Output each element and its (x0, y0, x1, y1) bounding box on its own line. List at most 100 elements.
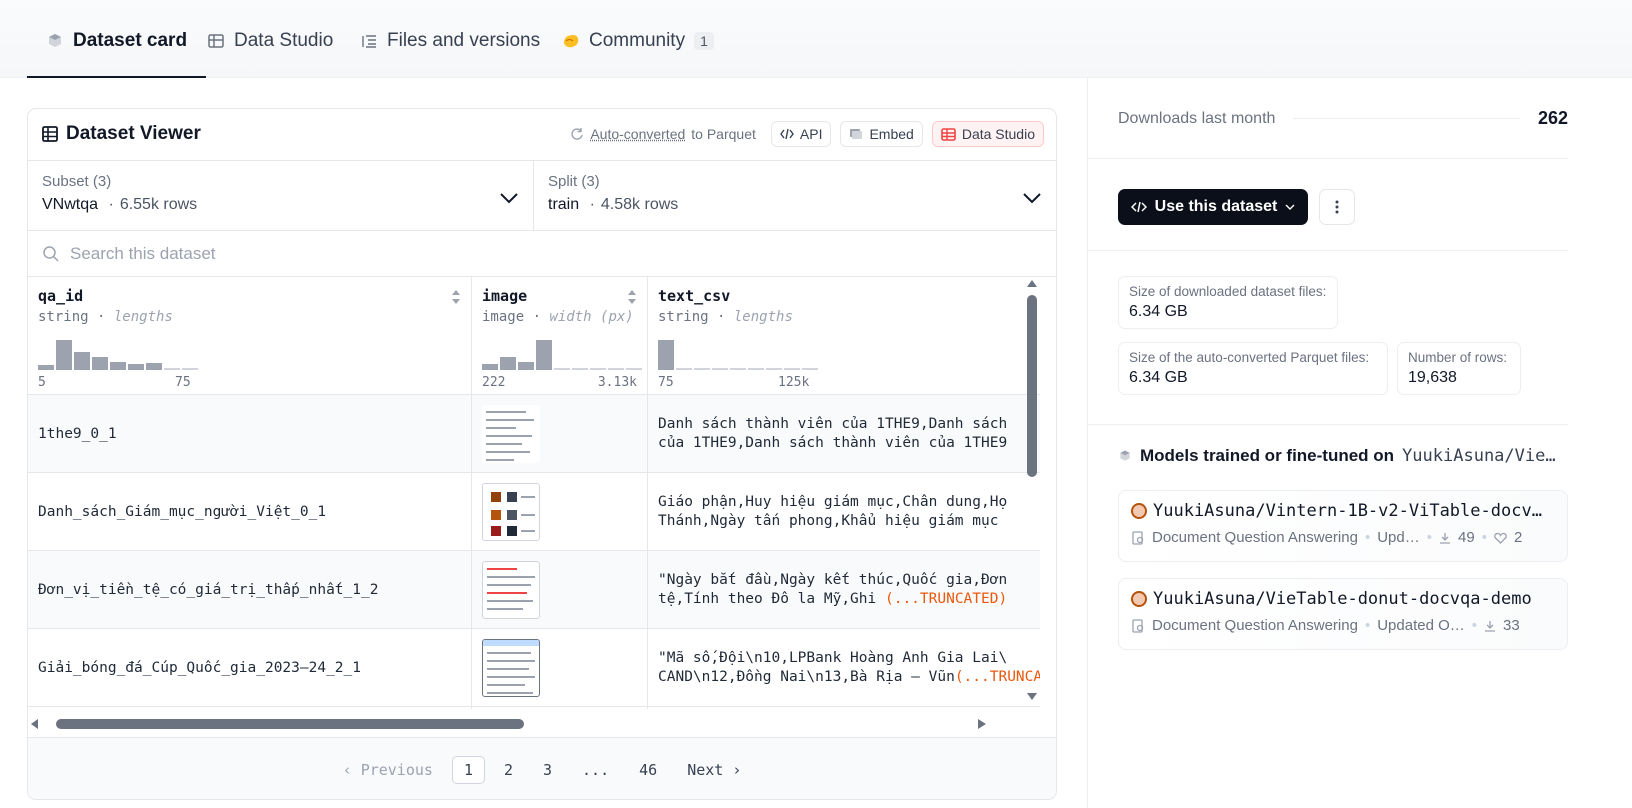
model-downloads: 49 (1458, 529, 1475, 546)
cell-image[interactable] (472, 629, 648, 707)
table-row[interactable]: Giải_bóng_đá_Cúp_Quốc_gia_2023–24_2_1 "M… (28, 629, 1040, 707)
histogram-bar[interactable] (730, 368, 746, 370)
search-input[interactable] (70, 243, 670, 264)
histogram-bar[interactable] (128, 364, 144, 370)
histogram-bar[interactable] (500, 357, 516, 370)
cell-text-csv: Danh sách thành viên của 1THE9,Danh sách… (648, 395, 1040, 473)
split-value: train (548, 196, 580, 213)
stat-label: Size of the auto-converted Parquet files… (1129, 350, 1370, 365)
auto-converted-link[interactable]: Auto-converted (590, 126, 685, 142)
image-thumbnail[interactable] (482, 483, 540, 541)
embed-button[interactable]: Embed (840, 121, 923, 147)
community-icon (564, 35, 579, 48)
vertical-scrollbar[interactable] (1024, 277, 1040, 703)
sort-icon[interactable] (627, 289, 637, 305)
histogram-bar[interactable] (590, 368, 606, 370)
cell-image[interactable] (472, 551, 648, 629)
models-heading: Models trained or fine-tuned on YuukiAsu… (1118, 446, 1556, 466)
page-button[interactable]: 46 (628, 757, 668, 783)
split-label: Split (3) (548, 173, 600, 190)
page-button[interactable]: 3 (532, 757, 563, 783)
histogram-bar[interactable] (482, 364, 498, 370)
histogram-bar[interactable] (572, 368, 588, 370)
column-header-text-csv[interactable]: text_csv string · lengths 75 125k (648, 277, 1040, 395)
tab-community[interactable]: Community 1 (562, 30, 714, 78)
column-type: image (482, 309, 525, 325)
model-card[interactable]: YuukiAsuna/Vintern-1B-v2-ViTable-docv… D… (1118, 490, 1568, 562)
model-card[interactable]: YuukiAsuna/VieTable-donut-docvqa-demo Do… (1118, 578, 1568, 650)
histogram-bar[interactable] (784, 368, 800, 370)
document-qa-icon (1132, 618, 1144, 633)
auto-converted-note[interactable]: Auto-converted to Parquet (570, 126, 756, 142)
horizontal-scrollbar[interactable] (28, 709, 1040, 737)
cube-icon (49, 34, 61, 47)
image-thumbnail[interactable] (482, 405, 540, 463)
viewer-header: Dataset Viewer Auto-converted to Parquet… (28, 109, 1056, 161)
table-row[interactable]: 1the9_0_1 Danh sách thành viên của 1THE9… (28, 395, 1040, 473)
more-options-button[interactable] (1319, 189, 1355, 225)
histogram-min: 75 (658, 375, 674, 390)
cell-text-line: Giáo phận,Huy hiệu giám mục,Chân dung,Họ (658, 494, 1008, 510)
column-histogram[interactable] (658, 336, 818, 370)
models-repo-link[interactable]: YuukiAsuna/Vie… (1402, 446, 1556, 466)
downloads-label: Downloads last month (1118, 109, 1276, 127)
histogram-bar[interactable] (554, 368, 570, 370)
page-button[interactable]: 1 (451, 755, 485, 784)
histogram-bar[interactable] (608, 368, 624, 370)
data-studio-button[interactable]: Data Studio (931, 121, 1044, 147)
histogram-bar[interactable] (712, 368, 728, 370)
column-header-image[interactable]: image image · width (px) 222 3.13k (472, 277, 648, 395)
histogram-bar[interactable] (182, 368, 198, 370)
download-icon (1485, 620, 1496, 632)
models-heading-text: Models trained or fine-tuned on (1140, 446, 1395, 465)
table-row[interactable]: Danh_sách_Giám_mục_người_Việt_0_1 Giáo p… (28, 473, 1040, 551)
cell-image[interactable] (472, 395, 648, 473)
histogram-bar[interactable] (748, 368, 764, 370)
chevron-down-icon (500, 193, 518, 204)
tab-dataset-card[interactable]: Dataset card (26, 30, 207, 78)
image-thumbnail[interactable] (482, 639, 540, 697)
model-name: YuukiAsuna/VieTable-donut-docvqa-demo (1153, 589, 1532, 609)
histogram-bar[interactable] (518, 362, 534, 370)
histogram-bar[interactable] (676, 368, 692, 370)
page-button[interactable]: 2 (493, 757, 524, 783)
previous-page-button[interactable]: ‹ Previous (332, 757, 444, 783)
histogram-bar[interactable] (658, 340, 674, 370)
split-select[interactable]: Split (3) train · 4.58k rows (534, 161, 1056, 231)
column-histogram[interactable] (38, 336, 198, 370)
histogram-bar[interactable] (146, 363, 162, 370)
histogram-bar[interactable] (536, 340, 552, 370)
histogram-bar[interactable] (110, 362, 126, 370)
histogram-bar[interactable] (56, 340, 72, 370)
use-this-dataset-button[interactable]: Use this dataset (1118, 189, 1308, 225)
histogram-bar[interactable] (694, 368, 710, 370)
table-row[interactable]: Đơn_vị_tiền_tệ_có_giá_trị_thấp_nhất_1_2 … (28, 551, 1040, 629)
split-rows: 4.58k rows (600, 196, 679, 213)
api-button[interactable]: API (770, 121, 832, 147)
chevron-down-icon (1285, 204, 1295, 210)
histogram-bar[interactable] (38, 365, 54, 370)
stat-label: Size of downloaded dataset files: (1129, 284, 1327, 299)
cell-image[interactable] (472, 473, 648, 551)
histogram-bar[interactable] (626, 368, 642, 370)
column-type: string (658, 309, 709, 325)
column-name: image (482, 287, 528, 305)
column-header-qa-id[interactable]: qa_id string · lengths 5 75 (28, 277, 472, 395)
sort-icon[interactable] (451, 289, 461, 305)
cell-text-csv: Giáo phận,Huy hiệu giám mục,Chân dung,Họ… (648, 473, 1040, 551)
chevron-down-icon (1023, 193, 1041, 204)
histogram-bar[interactable] (164, 368, 180, 370)
histogram-bar[interactable] (802, 368, 818, 370)
subset-select[interactable]: Subset (3) VNwtqa · 6.55k rows (28, 161, 534, 231)
next-page-button[interactable]: Next › (676, 757, 752, 783)
tab-data-studio[interactable]: Data Studio (207, 30, 333, 78)
search-bar (28, 231, 1056, 277)
parquet-size-stat: Size of the auto-converted Parquet files… (1118, 342, 1388, 395)
tab-files-and-versions[interactable]: Files and versions (360, 30, 540, 78)
image-thumbnail[interactable] (482, 561, 540, 619)
column-histogram[interactable] (482, 336, 642, 370)
histogram-bar[interactable] (92, 357, 108, 370)
downloads-stat: Downloads last month 262 (1118, 108, 1568, 129)
histogram-bar[interactable] (766, 368, 782, 370)
histogram-bar[interactable] (74, 352, 90, 370)
